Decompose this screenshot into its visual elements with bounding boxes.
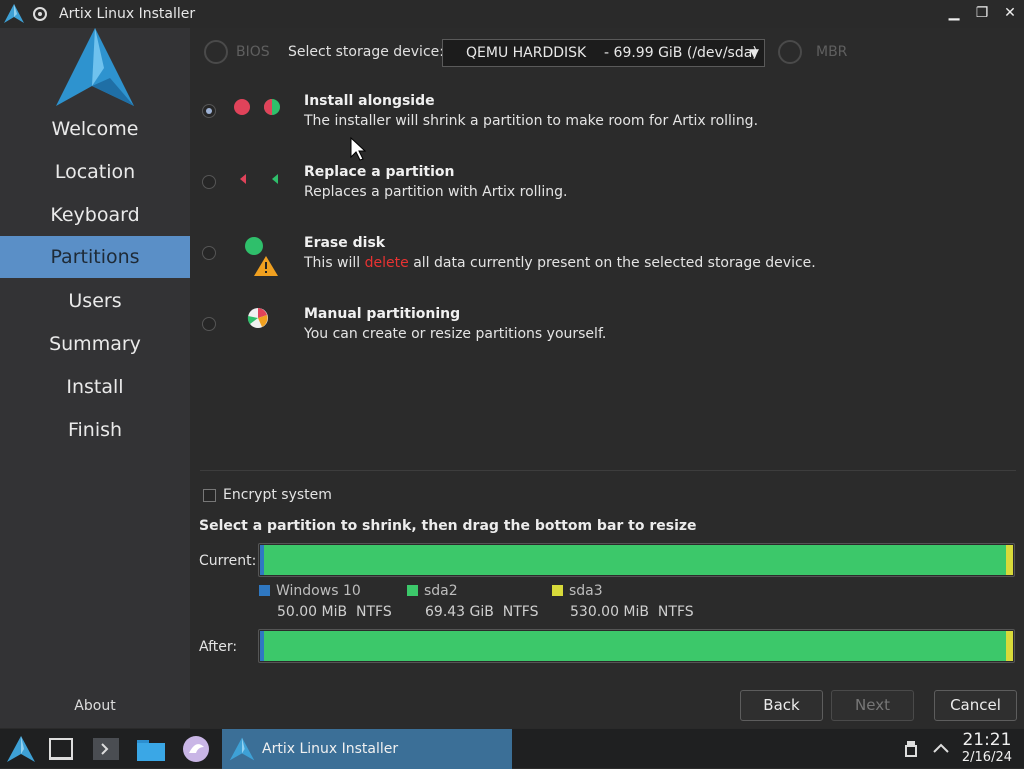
segment-sda2 <box>264 545 1006 575</box>
divider <box>200 470 1016 471</box>
after-partition-bar[interactable] <box>258 629 1015 663</box>
artix-logo-icon <box>56 28 134 106</box>
option-desc: The installer will shrink a partition to… <box>304 113 759 129</box>
option-desc: Replaces a partition with Artix rolling. <box>304 184 568 200</box>
storage-device-select[interactable]: QEMU HARDDISK - 69.99 GiB (/dev/sda) ▼ <box>442 39 765 67</box>
sidebar-item-install[interactable]: Install <box>0 366 190 408</box>
next-button[interactable]: Next <box>831 690 914 721</box>
radio-erase-disk[interactable] <box>202 246 216 260</box>
install-alongside-icon <box>234 99 280 115</box>
sidebar-item-location[interactable]: Location <box>0 151 190 193</box>
start-menu-icon[interactable] <box>5 733 37 765</box>
option-desc: This will delete all data currently pres… <box>304 255 816 271</box>
legend-item-sda2: sda2 69.43 GiB NTFS <box>407 583 539 620</box>
legend-item-windows10: Windows 10 50.00 MiB NTFS <box>259 583 392 620</box>
encrypt-checkbox[interactable] <box>203 489 216 502</box>
radio-replace-partition[interactable] <box>202 175 216 189</box>
chevron-up-icon[interactable] <box>933 743 949 753</box>
browser-icon[interactable] <box>180 733 212 765</box>
artix-logo-icon <box>4 4 24 23</box>
taskbar-window-title: Artix Linux Installer <box>262 741 399 757</box>
clock-time: 21:21 <box>962 730 1012 750</box>
mbr-gear-icon <box>778 40 802 64</box>
current-partition-bar <box>258 543 1015 577</box>
segment-sda3 <box>1006 631 1013 661</box>
legend-swatch <box>407 585 418 596</box>
back-button[interactable]: Back <box>740 690 823 721</box>
option-title: Install alongside <box>304 93 435 109</box>
close-button[interactable]: ✕ <box>1002 5 1018 21</box>
option-title: Manual partitioning <box>304 306 461 322</box>
taskbar: Artix Linux Installer 21:21 2/16/24 <box>0 728 1024 769</box>
sidebar-item-partitions[interactable]: Partitions <box>0 236 190 278</box>
legend-swatch <box>259 585 270 596</box>
bios-label: BIOS <box>236 44 270 60</box>
clock-date: 2/16/24 <box>961 750 1012 765</box>
after-label: After: <box>199 639 238 655</box>
main-panel: BIOS Select storage device: QEMU HARDDIS… <box>190 28 1024 728</box>
sidebar: Welcome Location Keyboard Partitions Use… <box>0 28 190 728</box>
maximize-button[interactable]: ❐ <box>974 5 990 21</box>
show-desktop-icon[interactable] <box>46 733 76 765</box>
option-replace-partition[interactable]: Replace a partition Replaces a partition… <box>190 159 1024 219</box>
radio-manual-partitioning[interactable] <box>202 317 216 331</box>
mbr-label: MBR <box>816 44 848 60</box>
window-title: Artix Linux Installer <box>59 6 196 22</box>
artix-logo-icon <box>229 737 255 761</box>
delete-highlight: delete <box>364 255 409 271</box>
option-title: Replace a partition <box>304 164 455 180</box>
about-link[interactable]: About <box>0 698 190 714</box>
mouse-cursor-icon <box>350 137 366 161</box>
storage-device-label: Select storage device: <box>288 44 444 60</box>
sidebar-item-keyboard[interactable]: Keyboard <box>0 194 190 236</box>
taskbar-active-window[interactable]: Artix Linux Installer <box>222 729 512 769</box>
legend-item-sda3: sda3 530.00 MiB NTFS <box>552 583 694 620</box>
option-desc: You can create or resize partitions your… <box>304 326 607 342</box>
usb-device-icon[interactable] <box>905 741 917 757</box>
manual-partitioning-pie-icon <box>247 308 268 328</box>
device-toolbar: BIOS Select storage device: QEMU HARDDIS… <box>190 28 1024 76</box>
radio-install-alongside[interactable] <box>202 104 216 118</box>
legend-swatch <box>552 585 563 596</box>
minimize-button[interactable]: ▁ <box>946 5 962 21</box>
sidebar-item-summary[interactable]: Summary <box>0 323 190 365</box>
sidebar-item-users[interactable]: Users <box>0 280 190 322</box>
erase-disk-warning-icon <box>245 237 278 276</box>
sidebar-item-finish[interactable]: Finish <box>0 409 190 451</box>
bios-gear-icon <box>204 40 228 64</box>
replace-partition-icon <box>240 174 278 184</box>
sidebar-item-welcome[interactable]: Welcome <box>0 108 190 150</box>
cancel-button[interactable]: Cancel <box>934 690 1017 721</box>
storage-device-value: QEMU HARDDISK - 69.99 GiB (/dev/sda) <box>466 45 758 61</box>
window-titlebar: Artix Linux Installer ▁ ❐ ✕ <box>0 0 1024 28</box>
option-erase-disk[interactable]: Erase disk This will delete all data cur… <box>190 230 1024 290</box>
pin-icon[interactable] <box>33 7 47 21</box>
chevron-down-icon: ▼ <box>749 46 759 60</box>
shrink-instruction: Select a partition to shrink, then drag … <box>199 518 697 534</box>
terminal-icon[interactable] <box>91 733 121 765</box>
clock[interactable]: 21:21 2/16/24 <box>961 730 1012 766</box>
option-manual-partitioning[interactable]: Manual partitioning You can create or re… <box>190 301 1024 361</box>
option-install-alongside[interactable]: Install alongside The installer will shr… <box>190 88 1024 148</box>
encrypt-label[interactable]: Encrypt system <box>223 487 332 503</box>
segment-sda3 <box>1006 545 1013 575</box>
segment-sda2[interactable] <box>264 631 1006 661</box>
current-label: Current: <box>199 553 257 569</box>
option-title: Erase disk <box>304 235 386 251</box>
file-manager-icon[interactable] <box>135 733 167 765</box>
